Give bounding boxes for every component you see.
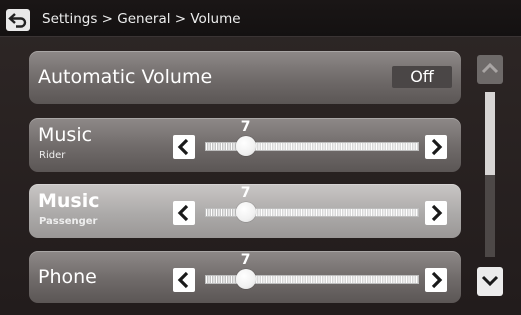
slider-level: 7 (240, 252, 251, 268)
phone-row[interactable]: Phone 7 (29, 251, 461, 303)
phone-title: Phone (38, 266, 97, 288)
increase-button[interactable] (425, 268, 447, 292)
automatic-volume-value[interactable]: Off (392, 66, 452, 88)
automatic-volume-row[interactable]: Automatic Volume Off (29, 51, 461, 104)
chevron-right-icon (431, 271, 443, 289)
slider-knob[interactable] (235, 136, 256, 156)
back-button[interactable] (6, 9, 30, 31)
decrease-button[interactable] (173, 201, 195, 225)
scroll-down-button[interactable] (477, 267, 503, 296)
decrease-button[interactable] (173, 135, 195, 159)
decrease-button[interactable] (173, 268, 195, 292)
music-rider-title: Music (38, 124, 93, 146)
breadcrumb: Settings > General > Volume (42, 11, 241, 27)
slider-knob[interactable] (235, 269, 256, 289)
music-rider-subtitle: Rider (39, 150, 66, 161)
music-passenger-row[interactable]: Music Passenger 7 (29, 184, 461, 238)
back-arrow-icon (8, 13, 27, 28)
scroll-up-button[interactable] (477, 55, 503, 84)
chevron-right-icon (431, 138, 443, 156)
slider-level: 7 (240, 119, 251, 135)
chevron-right-icon (431, 204, 443, 222)
chevron-up-icon (481, 62, 499, 74)
volume-settings-screen: Settings > General > Volume Automatic Vo… (0, 0, 521, 315)
chevron-left-icon (177, 271, 189, 289)
slider-knob[interactable] (235, 202, 256, 222)
chevron-left-icon (177, 204, 189, 222)
increase-button[interactable] (425, 135, 447, 159)
increase-button[interactable] (425, 201, 447, 225)
chevron-down-icon (481, 275, 499, 287)
music-passenger-subtitle: Passenger (39, 216, 98, 227)
chevron-left-icon (177, 138, 189, 156)
music-rider-row[interactable]: Music Rider 7 (29, 118, 461, 172)
music-passenger-title: Music (38, 190, 100, 212)
header-bar: Settings > General > Volume (0, 0, 521, 37)
slider-level: 7 (240, 185, 251, 201)
automatic-volume-label: Automatic Volume (38, 66, 213, 88)
scrollbar-thumb[interactable] (485, 92, 495, 175)
scrollbar-track[interactable] (485, 92, 495, 257)
